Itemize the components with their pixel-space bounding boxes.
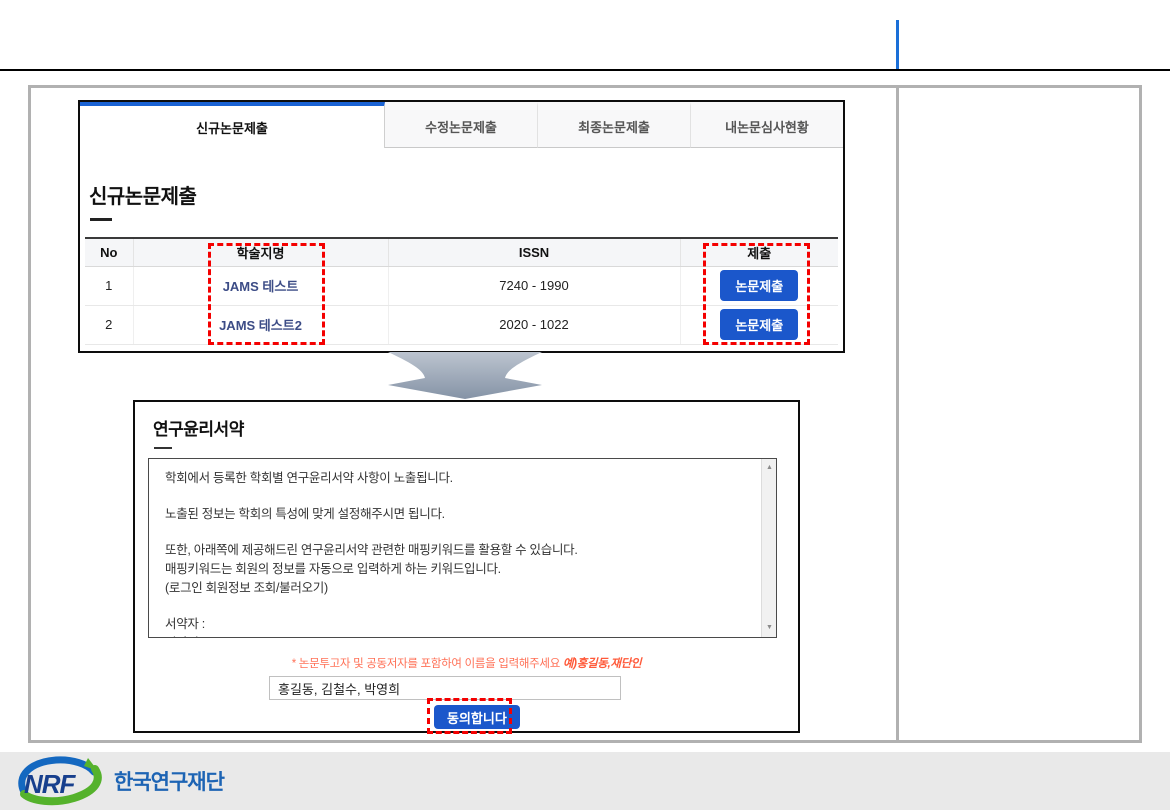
notice-text: * 논문투고자 및 공동저자를 포함하여 이름을 입력해주세요 [292, 658, 563, 670]
org-name: 한국연구재단 [114, 766, 224, 796]
tab-new-submission[interactable]: 신규논문제출 [80, 102, 385, 148]
submission-list-panel: 신규논문제출 수정논문제출 최종논문제출 내논문심사현황 신규논문제출 No 학… [78, 100, 845, 353]
pledge-line: (로그인 회원정보 조회/불러오기) [165, 579, 750, 598]
nrf-logo-mark: NRF [14, 756, 106, 806]
journal-link[interactable]: JAMS 테스트2 [219, 318, 302, 333]
col-header-submit: 제출 [680, 238, 838, 266]
authors-input[interactable] [269, 676, 621, 700]
pledge-line: 매핑키워드는 회원의 정보를 자동으로 입력하게 하는 키워드입니다. [165, 560, 750, 579]
row-no: 1 [85, 266, 133, 305]
col-header-no: No [85, 238, 133, 266]
notice-example-text: 예)홍길동,재단인 [563, 658, 641, 670]
table-row: 1 JAMS 테스트 7240 - 1990 논문제출 [85, 266, 838, 305]
journal-link[interactable]: JAMS 테스트 [223, 279, 299, 294]
table-header-row: No 학술지명 ISSN 제출 [85, 238, 838, 266]
nrf-logo: NRF 한국연구재단 [14, 756, 224, 806]
scrollbar-up-icon[interactable]: ▲ [762, 463, 777, 473]
tab-final-submission[interactable]: 최종논문제출 [538, 102, 691, 148]
content-vertical-divider [896, 88, 899, 740]
col-header-journal: 학술지명 [133, 238, 388, 266]
authors-input-notice: * 논문투고자 및 공동저자를 포함하여 이름을 입력해주세요 예)홍길동,재단… [135, 655, 798, 671]
header-rule [0, 69, 1170, 71]
pledge-line: 또한, 아래쪽에 제공해드린 연구윤리서약 관련한 매핑키워드를 활용할 수 있… [165, 541, 750, 560]
pledge-line: 학회에서 등록한 학회별 연구윤리서약 사항이 노출됩니다. [165, 469, 750, 488]
tab-my-review-status[interactable]: 내논문심사현황 [691, 102, 843, 148]
submission-tab-bar: 신규논문제출 수정논문제출 최종논문제출 내논문심사현황 [80, 102, 843, 148]
pledge-line: 노출된 정보는 학회의 특성에 맞게 설정해주시면 됩니다. [165, 505, 750, 524]
journal-table: No 학술지명 ISSN 제출 1 JAMS 테스트 7240 - 1990 논… [85, 237, 838, 345]
tab-revised-submission[interactable]: 수정논문제출 [385, 102, 538, 148]
page-title: 신규논문제출 [89, 180, 843, 209]
header-blue-divider [896, 20, 899, 69]
nrf-logo-text: NRF [24, 769, 74, 800]
ethics-title: 연구윤리서약 [153, 415, 798, 440]
row-issn: 7240 - 1990 [388, 266, 680, 305]
footer-bar: NRF 한국연구재단 [0, 752, 1170, 810]
ethics-pledge-panel: 연구윤리서약 학회에서 등록한 학회별 연구윤리서약 사항이 노출됩니다. 노출… [133, 400, 800, 733]
title-underline [90, 218, 112, 221]
row-issn: 2020 - 1022 [388, 305, 680, 344]
submit-paper-button[interactable]: 논문제출 [720, 270, 798, 301]
flow-down-arrow [386, 352, 544, 399]
pledge-scrollbar[interactable]: ▲ ▼ [761, 459, 776, 637]
pledge-text: 학회에서 등록한 학회별 연구윤리서약 사항이 노출됩니다. 노출된 정보는 학… [149, 459, 776, 638]
scrollbar-down-icon[interactable]: ▼ [762, 623, 777, 633]
slide-canvas: { "tabs": ["신규논문제출", "수정논문제출", "최종논문제출",… [0, 0, 1170, 810]
ethics-title-underline [154, 447, 172, 449]
col-header-issn: ISSN [388, 238, 680, 266]
row-no: 2 [85, 305, 133, 344]
pledge-text-area[interactable]: 학회에서 등록한 학회별 연구윤리서약 사항이 노출됩니다. 노출된 정보는 학… [148, 458, 777, 638]
pledge-line: 서약일 : [165, 634, 750, 638]
table-row: 2 JAMS 테스트2 2020 - 1022 논문제출 [85, 305, 838, 344]
pledge-line: 서약자 : [165, 615, 750, 634]
submit-paper-button[interactable]: 논문제출 [720, 309, 798, 340]
agree-button[interactable]: 동의합니다 [434, 705, 520, 729]
